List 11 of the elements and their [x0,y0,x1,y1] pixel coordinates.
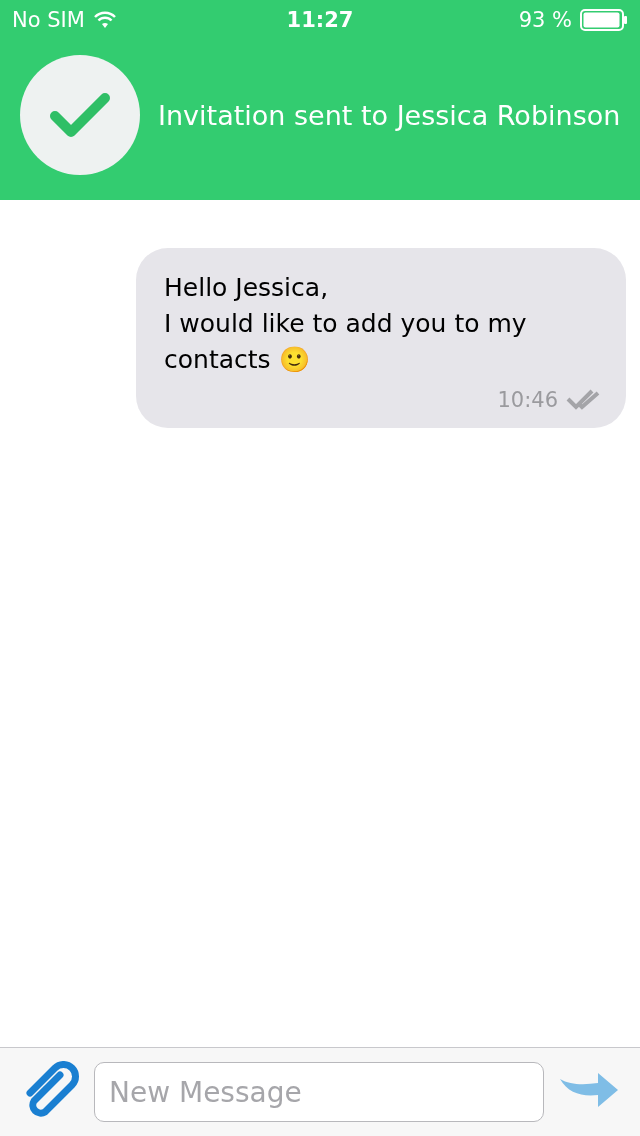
carrier-label: No SIM [12,8,85,32]
banner-text: Invitation sent to Jessica Robinson [158,99,621,131]
checkmark-icon [49,92,111,138]
message-input[interactable]: New Message [94,1062,544,1122]
message-text: Hello Jessica, I would like to add you to my contacts 🙂 [164,272,528,376]
wifi-icon [92,11,117,29]
battery-percent: 93 % [518,8,572,32]
battery-icon [580,9,628,31]
clock-label: 11:27 [286,8,354,32]
message-time: 10:46 [497,388,558,412]
double-check-icon [566,388,600,412]
